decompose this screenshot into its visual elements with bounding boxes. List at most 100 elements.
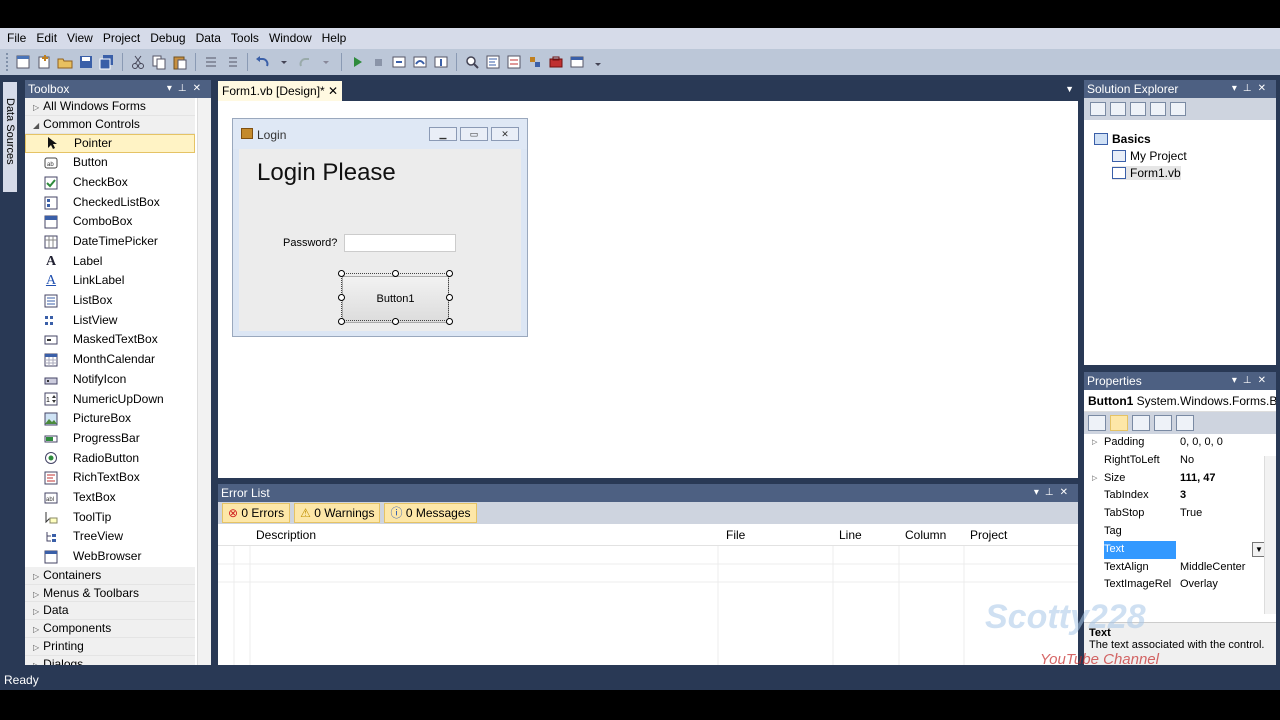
toolbox-item-progressbar[interactable]: ProgressBar	[25, 429, 195, 449]
toolbar-overflow-icon[interactable]	[589, 53, 607, 71]
menu-view[interactable]: View	[62, 28, 98, 49]
expand-arrow-icon[interactable]: ▷	[1092, 470, 1097, 488]
property-row-tabstop[interactable]: TabStop True	[1084, 505, 1276, 523]
find-in-files-icon[interactable]	[463, 53, 481, 71]
messages-filter-button[interactable]: ⓘ 0 Messages	[384, 503, 477, 523]
toolbox-item-numericupdown[interactable]: 1 NumericUpDown	[25, 390, 195, 410]
toolbox-item-textbox[interactable]: abl TextBox	[25, 488, 195, 508]
toolbox-item-datetimepicker[interactable]: DateTimePicker	[25, 232, 195, 252]
toolbox-item-checkedlistbox[interactable]: CheckedListBox	[25, 193, 195, 213]
pin-icon[interactable]: ⊥	[1243, 83, 1258, 94]
new-project-icon[interactable]	[14, 53, 32, 71]
redo-dropdown-icon[interactable]	[317, 53, 335, 71]
pin-icon[interactable]: ⊥	[1045, 487, 1060, 498]
toolbox-item-linklabel[interactable]: A LinkLabel	[25, 271, 195, 291]
toolbox-item-combobox[interactable]: ComboBox	[25, 212, 195, 232]
paste-icon[interactable]	[171, 53, 189, 71]
close-icon[interactable]: ✕	[1258, 83, 1272, 94]
toolbox-window-icon[interactable]	[547, 53, 565, 71]
undo-dropdown-icon[interactable]	[275, 53, 293, 71]
toolbox-category[interactable]: ▷ Components	[25, 620, 195, 638]
form1-node[interactable]: Form1.vb	[1112, 166, 1181, 180]
resize-handle[interactable]	[338, 270, 345, 277]
toolbox-item-listview[interactable]: ListView	[25, 311, 195, 331]
password-label[interactable]: Password?	[283, 237, 337, 249]
properties-window-icon[interactable]	[505, 53, 523, 71]
other-windows-icon[interactable]	[568, 53, 586, 71]
toolbox-item-treeview[interactable]: TreeView	[25, 527, 195, 547]
toolbox-category[interactable]: ▷ Printing	[25, 637, 195, 656]
cut-icon[interactable]	[129, 53, 147, 71]
tab-form1-design[interactable]: Form1.vb [Design]* ✕	[218, 81, 342, 101]
property-pages-icon[interactable]	[1176, 415, 1194, 431]
refresh-icon[interactable]	[1130, 102, 1146, 116]
password-textbox[interactable]	[344, 234, 456, 252]
toolbox-item-picturebox[interactable]: PictureBox	[25, 409, 195, 429]
toolbox-item-button[interactable]: ab Button	[25, 153, 195, 173]
save-icon[interactable]	[77, 53, 95, 71]
step-into-icon[interactable]	[390, 53, 408, 71]
resize-handle[interactable]	[338, 318, 345, 325]
toolbox-item-pointer[interactable]: Pointer	[25, 133, 195, 154]
menu-project[interactable]: Project	[98, 28, 145, 49]
resize-handle[interactable]	[446, 270, 453, 277]
dropdown-icon[interactable]: ▾	[167, 83, 178, 94]
property-row-size[interactable]: ▷ Size 111, 47	[1084, 470, 1276, 488]
events-icon[interactable]	[1154, 415, 1172, 431]
pin-icon[interactable]: ⊥	[1243, 375, 1258, 386]
my-project-node[interactable]: My Project	[1112, 149, 1187, 163]
toolbox-category[interactable]: ▷ Menus & Toolbars	[25, 584, 195, 603]
toolbox-item-radiobutton[interactable]: RadioButton	[25, 449, 195, 469]
comment-icon[interactable]	[202, 53, 220, 71]
object-selector[interactable]: Button1 System.Windows.Forms.Button	[1084, 390, 1276, 412]
login-heading-label[interactable]: Login Please	[257, 159, 396, 187]
redo-icon[interactable]	[296, 53, 314, 71]
column-header-line[interactable]: Line	[839, 528, 862, 542]
resize-handle[interactable]	[446, 294, 453, 301]
menu-data[interactable]: Data	[191, 28, 226, 49]
menu-debug[interactable]: Debug	[145, 28, 190, 49]
toolbox-category[interactable]: ▷ Data	[25, 602, 195, 621]
menu-tools[interactable]: Tools	[226, 28, 264, 49]
column-header-description[interactable]: Description	[256, 528, 316, 542]
dropdown-icon[interactable]: ▾	[1232, 83, 1243, 94]
toolbox-category[interactable]: ◢ Common Controls	[25, 115, 195, 134]
start-debugging-icon[interactable]	[348, 53, 366, 71]
copy-icon[interactable]	[150, 53, 168, 71]
property-row-padding[interactable]: ▷ Padding 0, 0, 0, 0	[1084, 434, 1276, 452]
close-icon[interactable]: ✕	[1060, 487, 1074, 498]
save-all-icon[interactable]	[98, 53, 116, 71]
toolbox-category[interactable]: ▷ All Windows Forms	[25, 98, 195, 116]
menu-help[interactable]: Help	[317, 28, 352, 49]
open-file-icon[interactable]	[56, 53, 74, 71]
properties-scrollbar[interactable]	[1264, 456, 1276, 614]
resize-handle[interactable]	[338, 294, 345, 301]
project-node[interactable]: Basics	[1094, 132, 1151, 146]
close-tab-icon[interactable]: ✕	[328, 81, 338, 101]
toolbox-category[interactable]: ▷Dialogs	[25, 655, 195, 665]
dropdown-icon[interactable]: ▾	[1034, 487, 1045, 498]
dropdown-icon[interactable]: ▾	[1232, 375, 1243, 386]
properties-icon[interactable]	[1090, 102, 1106, 116]
pin-icon[interactable]: ⊥	[178, 83, 193, 94]
property-row-tabindex[interactable]: TabIndex 3	[1084, 487, 1276, 505]
close-icon[interactable]: ✕	[1258, 375, 1272, 386]
resize-handle[interactable]	[392, 270, 399, 277]
property-row-tag[interactable]: Tag	[1084, 523, 1276, 541]
menu-file[interactable]: File	[2, 28, 31, 49]
toolbox-item-checkbox[interactable]: CheckBox	[25, 173, 195, 193]
resize-handle[interactable]	[446, 318, 453, 325]
categorized-icon[interactable]	[1088, 415, 1106, 431]
toolbox-item-label[interactable]: A Label	[25, 252, 195, 272]
show-all-files-icon[interactable]	[1110, 102, 1126, 116]
errors-filter-button[interactable]: ⊗ 0 Errors	[222, 503, 291, 523]
menu-edit[interactable]: Edit	[31, 28, 62, 49]
stop-icon[interactable]	[369, 53, 387, 71]
menu-window[interactable]: Window	[264, 28, 317, 49]
data-sources-tab[interactable]: Data Sources	[3, 82, 17, 192]
object-browser-icon[interactable]	[526, 53, 544, 71]
step-over-icon[interactable]	[411, 53, 429, 71]
uncomment-icon[interactable]	[223, 53, 241, 71]
undo-icon[interactable]	[254, 53, 272, 71]
toolbox-item-maskedtextbox[interactable]: MaskedTextBox	[25, 330, 195, 350]
